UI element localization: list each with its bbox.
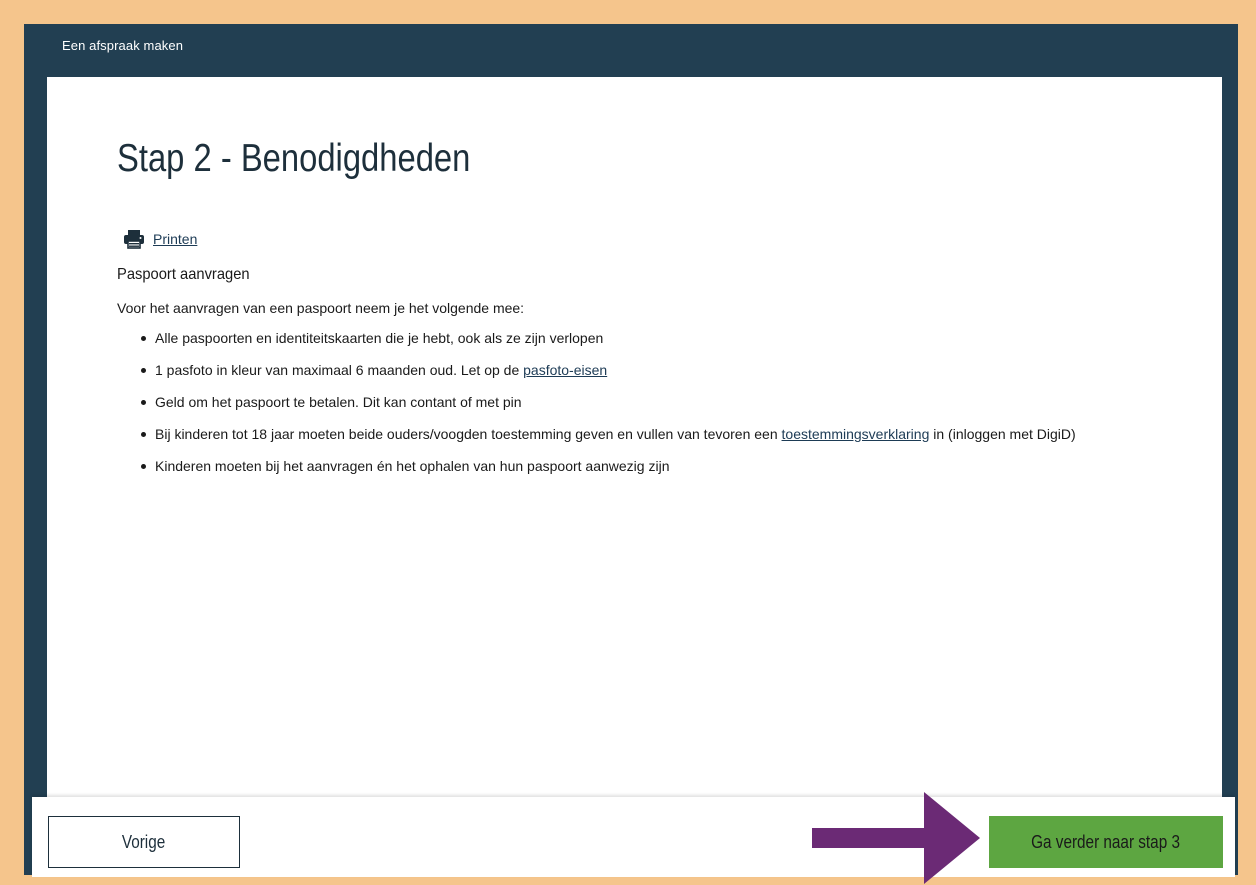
footer-bar: Vorige Ga verder naar stap 3 — [32, 797, 1235, 877]
list-item: Alle paspoorten en identiteitskaarten di… — [141, 328, 1201, 349]
page-title: Stap 2 - Benodigdheden — [117, 137, 471, 180]
previous-button[interactable]: Vorige — [48, 816, 240, 868]
print-row[interactable]: Printen — [123, 229, 197, 249]
previous-button-label: Vorige — [122, 831, 166, 852]
printer-icon — [124, 230, 144, 249]
list-item: 1 pasfoto in kleur van maximaal 6 maande… — [141, 360, 1201, 381]
section-title: Paspoort aanvragen — [117, 266, 250, 283]
main-content: Stap 2 - Benodigdheden Printen Paspoort … — [47, 77, 1222, 800]
next-step-button-label: Ga verder naar stap 3 — [1031, 831, 1181, 852]
list-item: Geld om het paspoort te betalen. Dit kan… — [141, 392, 1201, 413]
list-item: Kinderen moeten bij het aanvragen én het… — [141, 456, 1201, 477]
app-frame: Een afspraak maken Stap 2 - Benodigdhede… — [24, 24, 1238, 875]
pasfoto-eisen-link[interactable]: pasfoto-eisen — [523, 362, 607, 378]
arrow-right-icon — [812, 792, 980, 884]
intro-text: Voor het aanvragen van een paspoort neem… — [117, 300, 525, 316]
list-item: Bij kinderen tot 18 jaar moeten beide ou… — [141, 424, 1201, 445]
next-step-button[interactable]: Ga verder naar stap 3 — [989, 816, 1223, 868]
toestemmingsverklaring-link[interactable]: toestemmingsverklaring — [782, 426, 930, 442]
requirements-list: Alle paspoorten en identiteitskaarten di… — [117, 328, 1201, 488]
print-link[interactable]: Printen — [153, 231, 197, 247]
header-title: Een afspraak maken — [62, 38, 184, 53]
